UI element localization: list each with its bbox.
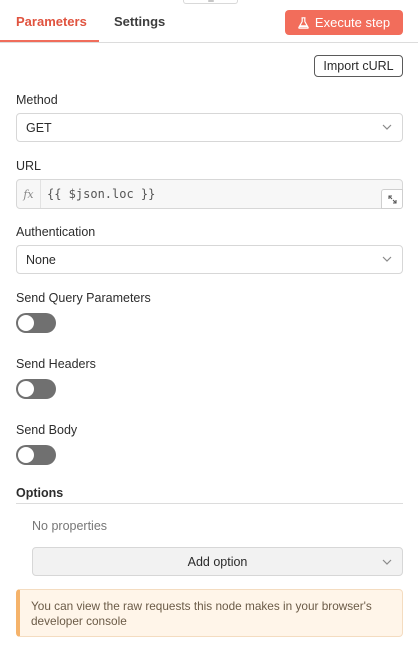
no-properties-text: No properties	[32, 519, 108, 533]
options-divider	[16, 503, 403, 504]
toggle-knob	[18, 381, 34, 397]
expand-editor-button[interactable]	[381, 189, 403, 209]
send-body-toggle[interactable]	[16, 445, 56, 465]
tab-settings[interactable]: Settings	[114, 14, 165, 29]
active-tab-indicator	[0, 40, 99, 42]
authentication-select[interactable]: None	[16, 245, 403, 274]
chevron-down-icon	[382, 256, 392, 262]
authentication-value: None	[26, 252, 56, 267]
tab-parameters[interactable]: Parameters	[16, 14, 87, 29]
expand-icon	[387, 194, 397, 204]
toggle-knob	[18, 447, 34, 463]
authentication-label: Authentication	[16, 225, 96, 239]
add-option-button[interactable]: Add option	[32, 547, 403, 576]
add-option-label: Add option	[187, 554, 248, 569]
send-query-label: Send Query Parameters	[16, 291, 151, 305]
notice-text: You can view the raw requests this node …	[31, 599, 372, 628]
send-query-toggle[interactable]	[16, 313, 56, 333]
execute-step-button[interactable]: Execute step	[285, 10, 403, 35]
chevron-down-icon	[382, 559, 392, 565]
developer-console-notice: You can view the raw requests this node …	[16, 589, 403, 637]
send-body-label: Send Body	[16, 423, 78, 437]
method-value: GET	[26, 120, 52, 135]
options-title: Options	[16, 486, 64, 500]
chevron-down-icon	[382, 124, 392, 130]
url-label: URL	[16, 159, 42, 173]
import-curl-button[interactable]: Import cURL	[314, 55, 403, 77]
flask-icon	[298, 16, 309, 29]
execute-step-label: Execute step	[314, 15, 391, 30]
url-value: {{ $json.loc }}	[47, 187, 156, 201]
send-headers-label: Send Headers	[16, 357, 96, 371]
method-label: Method	[16, 93, 58, 107]
send-headers-toggle[interactable]	[16, 379, 56, 399]
method-select[interactable]: GET	[16, 113, 403, 142]
url-expression-input[interactable]: fx {{ $json.loc }}	[16, 179, 403, 209]
toggle-knob	[18, 315, 34, 331]
expression-fx-icon: fx	[17, 180, 41, 208]
